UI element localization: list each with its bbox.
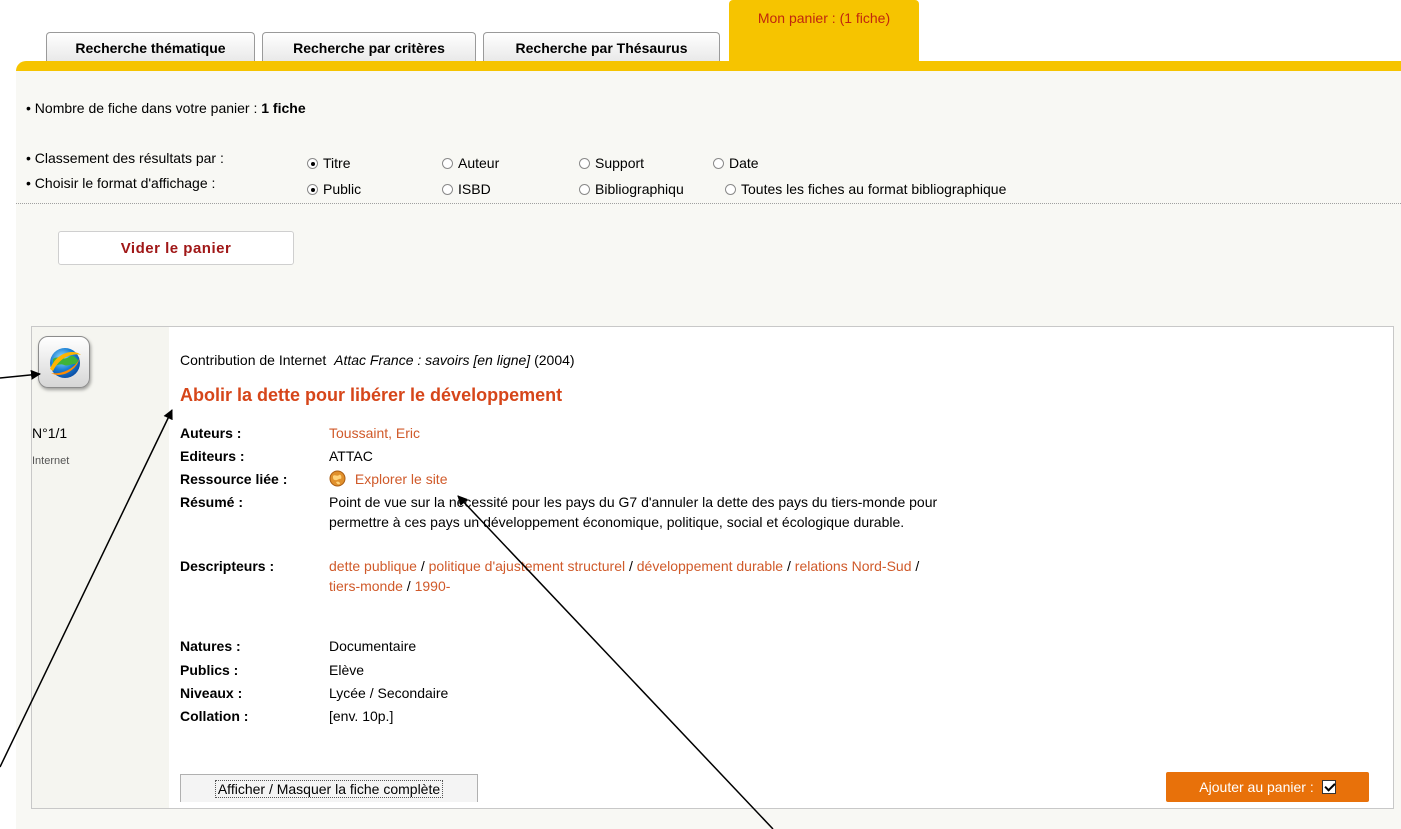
tab-label: Recherche par Thésaurus xyxy=(515,39,688,56)
natures-label: Natures : xyxy=(180,638,241,654)
radio-icon[interactable] xyxy=(442,184,453,195)
publics-value: Elève xyxy=(329,662,365,678)
resume-value: Point de vue sur la nécessité pour les p… xyxy=(329,492,937,532)
contribution-source: Attac France : savoirs [en ligne] xyxy=(334,352,531,368)
sort-option-support[interactable]: Support xyxy=(579,155,644,171)
toggle-full-record-button[interactable]: Afficher / Masquer la fiche complète xyxy=(180,774,478,802)
radio-icon[interactable] xyxy=(725,184,736,195)
descripteurs-value: dette publique / politique d'ajustement … xyxy=(329,558,920,594)
radio-icon[interactable] xyxy=(442,158,453,169)
ressource-link-label[interactable]: Explorer le site xyxy=(355,471,448,487)
record-number: N°1/1 xyxy=(32,425,68,441)
tab-count: (1 fiche) xyxy=(839,10,891,26)
record-type: Internet xyxy=(32,455,70,467)
natures-value: Documentaire xyxy=(329,638,417,654)
tab-bar xyxy=(16,61,1401,71)
contribution-year: (2004) xyxy=(534,352,575,368)
globe-icon[interactable] xyxy=(38,336,90,388)
editeurs-label: Editeurs : xyxy=(180,448,245,464)
option-label: Support xyxy=(595,155,645,171)
ressource-link[interactable]: Explorer le site xyxy=(329,469,447,489)
radio-checked-icon[interactable] xyxy=(307,184,318,195)
sort-option-auteur[interactable]: Auteur xyxy=(442,155,499,171)
globe-small-icon xyxy=(329,470,346,487)
resume-line: permettre à ces pays un développement éc… xyxy=(329,514,905,530)
record-contribution: Contribution de Internet Attac France : … xyxy=(180,352,575,368)
contribution-prefix: Contribution de Internet xyxy=(180,352,327,368)
radio-icon[interactable] xyxy=(713,158,724,169)
record-card: N°1/1 Internet Contribution de Internet … xyxy=(31,326,1394,809)
divider xyxy=(16,203,1401,204)
tab-recherche-par-thesaurus[interactable]: Recherche par Thésaurus xyxy=(483,32,720,62)
basket-count: • Nombre de fiche dans votre panier : 1 … xyxy=(26,100,306,116)
descriptor-link[interactable]: développement durable xyxy=(637,558,783,574)
descriptor-link[interactable]: relations Nord-Sud xyxy=(795,558,912,574)
radio-icon[interactable] xyxy=(579,184,590,195)
sort-option-titre[interactable]: Titre xyxy=(307,155,350,171)
sort-option-date[interactable]: Date xyxy=(713,155,759,171)
publics-label: Publics : xyxy=(180,662,239,678)
add-to-basket-label: Ajouter au panier : xyxy=(1199,779,1314,795)
sort-label: • Classement des résultats par : xyxy=(26,150,224,166)
toggle-label: Afficher / Masquer la fiche complète xyxy=(214,779,444,798)
descriptor-link[interactable]: dette publique xyxy=(329,558,417,574)
niveaux-value: Lycée / Secondaire xyxy=(329,685,449,701)
tab-recherche-par-criteres[interactable]: Recherche par critères xyxy=(262,32,476,62)
tab-label: Recherche par critères xyxy=(293,39,445,56)
tab-strip: Recherche thématique Recherche par critè… xyxy=(0,0,1401,80)
niveaux-label: Niveaux : xyxy=(180,685,243,701)
tab-recherche-thematique[interactable]: Recherche thématique xyxy=(46,32,255,62)
tab-label: Mon panier : xyxy=(757,10,836,26)
add-to-basket-button[interactable]: Ajouter au panier : xyxy=(1166,772,1369,802)
empty-basket-button[interactable]: Vider le panier xyxy=(58,231,294,265)
record-sidebar: N°1/1 Internet xyxy=(32,327,169,808)
tab-mon-panier[interactable]: Mon panier : (1 fiche) xyxy=(729,0,919,62)
format-option-public[interactable]: Public xyxy=(307,181,361,197)
checkbox-checked-icon[interactable] xyxy=(1321,780,1336,794)
radio-checked-icon[interactable] xyxy=(307,158,318,169)
basket-count-label: • Nombre de fiche dans votre panier : xyxy=(26,100,258,116)
radio-icon[interactable] xyxy=(579,158,590,169)
option-label: Bibliographiqu xyxy=(595,181,684,197)
option-label: ISBD xyxy=(458,181,491,197)
resume-label: Résumé : xyxy=(180,494,244,510)
option-label: Toutes les fiches au format bibliographi… xyxy=(741,181,1007,197)
collation-value: [env. 10p.] xyxy=(329,708,394,724)
format-option-bibliographique[interactable]: Bibliographiqu xyxy=(579,181,684,197)
record-title[interactable]: Abolir la dette pour libérer le développ… xyxy=(180,385,562,406)
ressource-label: Ressource liée : xyxy=(180,471,288,487)
auteurs-link[interactable]: Toussaint, Eric xyxy=(329,423,420,443)
format-option-isbd[interactable]: ISBD xyxy=(442,181,491,197)
option-label: Auteur xyxy=(458,155,500,171)
auteurs-label: Auteurs : xyxy=(180,425,242,441)
format-label: • Choisir le format d'affichage : xyxy=(26,175,216,191)
descripteurs-label: Descripteurs : xyxy=(180,558,275,574)
option-label: Public xyxy=(323,181,362,197)
descriptor-link[interactable]: politique d'ajustement structurel xyxy=(429,558,625,574)
format-option-toutes[interactable]: Toutes les fiches au format bibliographi… xyxy=(725,181,1006,197)
descriptor-link[interactable]: tiers-monde xyxy=(329,578,403,594)
editeurs-value: ATTAC xyxy=(329,448,373,464)
collation-label: Collation : xyxy=(180,708,249,724)
tab-label: Recherche thématique xyxy=(75,39,226,56)
option-label: Titre xyxy=(323,155,351,171)
descriptor-link[interactable]: 1990- xyxy=(415,578,451,594)
resume-line: Point de vue sur la nécessité pour les p… xyxy=(329,494,938,510)
option-label: Date xyxy=(729,155,759,171)
basket-count-value: 1 fiche xyxy=(261,100,306,116)
